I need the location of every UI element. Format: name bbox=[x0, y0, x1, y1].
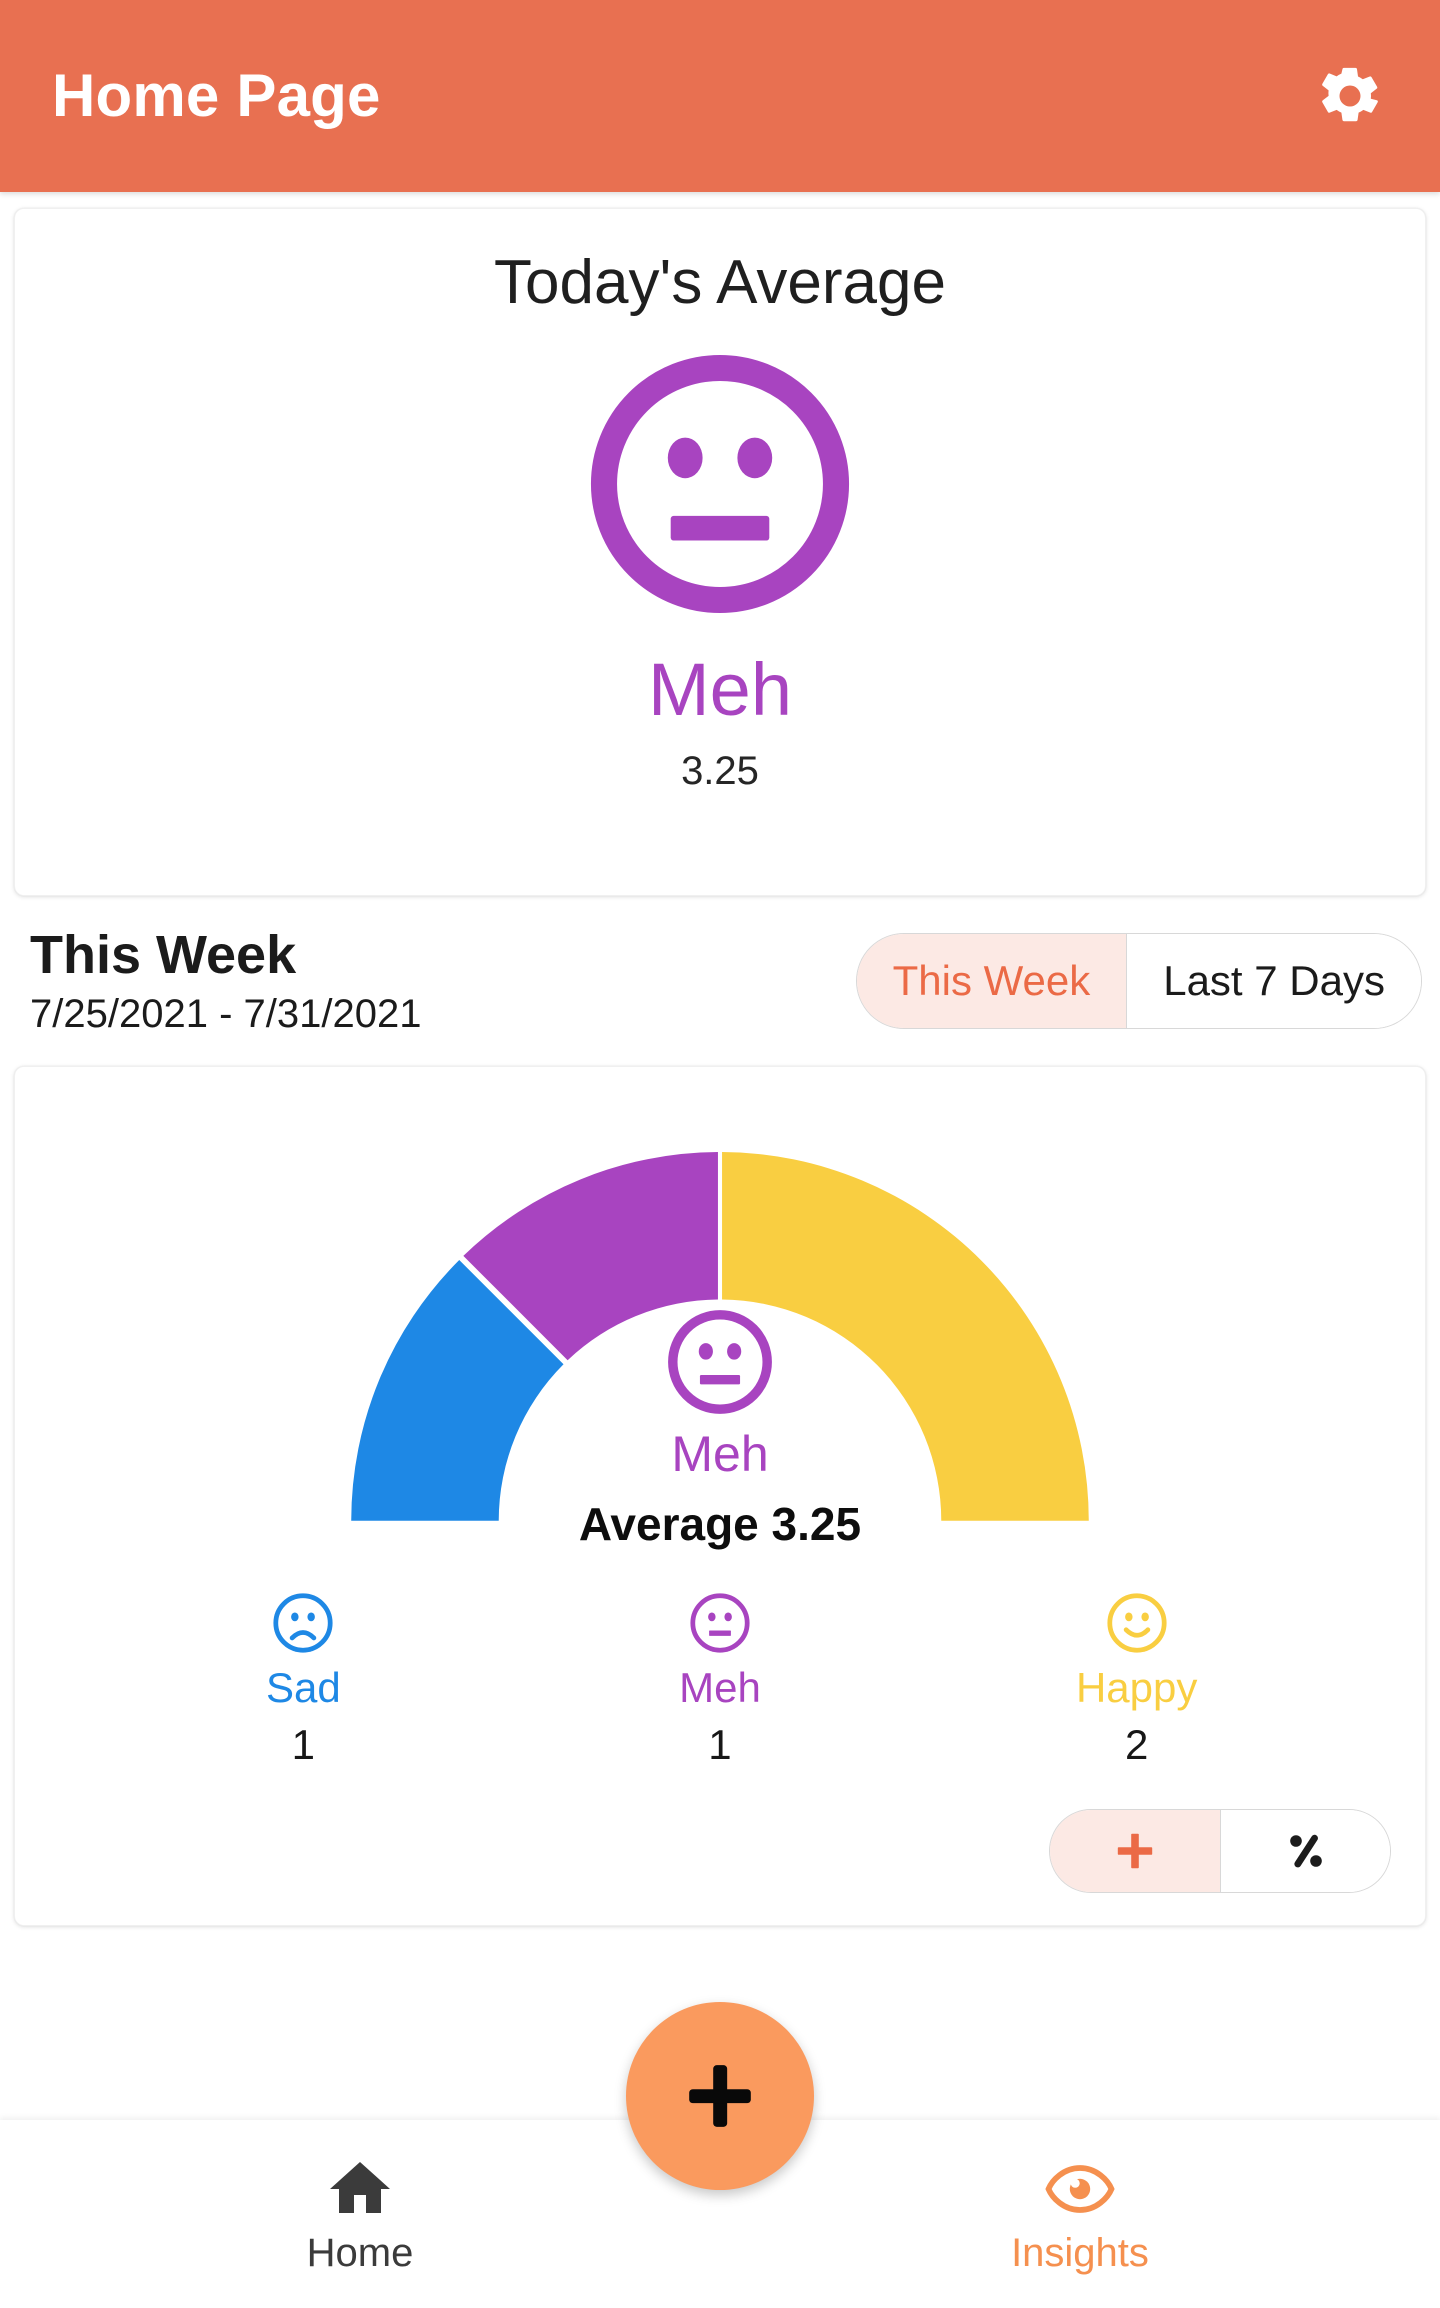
nav-item-insights[interactable]: Insights bbox=[720, 2153, 1440, 2275]
settings-button[interactable] bbox=[1304, 50, 1396, 142]
page-title: Home Page bbox=[52, 62, 381, 129]
legend-item-meh: Meh 1 bbox=[610, 1589, 830, 1767]
mood-legend: Sad 1 Meh 1 Happy 2 bbox=[15, 1547, 1425, 1767]
app-screen: Home Page Today's Average Meh 3.25 This … bbox=[0, 0, 1440, 2308]
gear-icon bbox=[1315, 61, 1385, 131]
segment-this-week[interactable]: This Week bbox=[856, 934, 1127, 1029]
sad-face-icon bbox=[269, 1589, 337, 1657]
meh-face-icon bbox=[686, 1589, 754, 1657]
meh-face-icon bbox=[661, 1303, 779, 1421]
legend-item-sad: Sad 1 bbox=[193, 1589, 413, 1767]
add-mood-fab[interactable] bbox=[626, 2002, 814, 2190]
todays-average-card: Today's Average Meh 3.25 bbox=[14, 208, 1426, 896]
week-title: This Week bbox=[30, 925, 297, 985]
count-percent-toggle[interactable] bbox=[1049, 1809, 1391, 1894]
gauge-average-label: Average 3.25 bbox=[578, 1498, 862, 1551]
plus-icon bbox=[677, 2053, 763, 2139]
nav-label-insights: Insights bbox=[1011, 2231, 1149, 2275]
legend-label-happy: Happy bbox=[1075, 1664, 1198, 1712]
segment-last-7-days[interactable]: Last 7 Days bbox=[1126, 934, 1421, 1029]
home-icon bbox=[324, 2153, 396, 2225]
gauge-mood-label: Meh bbox=[671, 1426, 769, 1483]
legend-label-meh: Meh bbox=[679, 1664, 761, 1712]
todays-mood-label: Meh bbox=[648, 648, 792, 732]
todays-average-title: Today's Average bbox=[494, 248, 946, 317]
range-segmented-control[interactable]: This Week Last 7 Days bbox=[855, 933, 1422, 1030]
plus-icon bbox=[1111, 1827, 1159, 1875]
app-bar: Home Page bbox=[0, 0, 1440, 192]
week-header-text: This Week 7/25/2021 - 7/31/2021 bbox=[30, 925, 422, 1037]
nav-label-home: Home bbox=[306, 2231, 414, 2275]
todays-mood-score: 3.25 bbox=[681, 749, 759, 794]
week-chart-card: Meh Average 3.25 Sad 1 Meh 1 Happy 2 bbox=[14, 1066, 1426, 1927]
toggle-count-button[interactable] bbox=[1050, 1810, 1220, 1893]
meh-face-icon bbox=[575, 339, 865, 629]
week-header-row: This Week 7/25/2021 - 7/31/2021 This Wee… bbox=[0, 896, 1440, 1036]
eye-icon bbox=[1044, 2153, 1116, 2225]
legend-label-sad: Sad bbox=[265, 1664, 341, 1712]
main-content: Today's Average Meh 3.25 This Week 7/25/… bbox=[0, 192, 1440, 2308]
toggle-percent-button[interactable] bbox=[1220, 1810, 1390, 1893]
legend-item-happy: Happy 2 bbox=[1027, 1589, 1247, 1767]
gauge-center-label: Meh bbox=[15, 1303, 1425, 1479]
legend-count-meh: 1 bbox=[708, 1720, 732, 1768]
legend-count-happy: 2 bbox=[1124, 1720, 1149, 1768]
week-date-range: 7/25/2021 - 7/31/2021 bbox=[30, 992, 422, 1037]
happy-face-icon bbox=[1103, 1589, 1171, 1657]
mood-gauge-chart: Meh Average 3.25 bbox=[15, 1111, 1425, 1550]
nav-item-home[interactable]: Home bbox=[0, 2153, 720, 2275]
legend-count-sad: 1 bbox=[291, 1720, 315, 1768]
percent-icon bbox=[1282, 1827, 1330, 1875]
